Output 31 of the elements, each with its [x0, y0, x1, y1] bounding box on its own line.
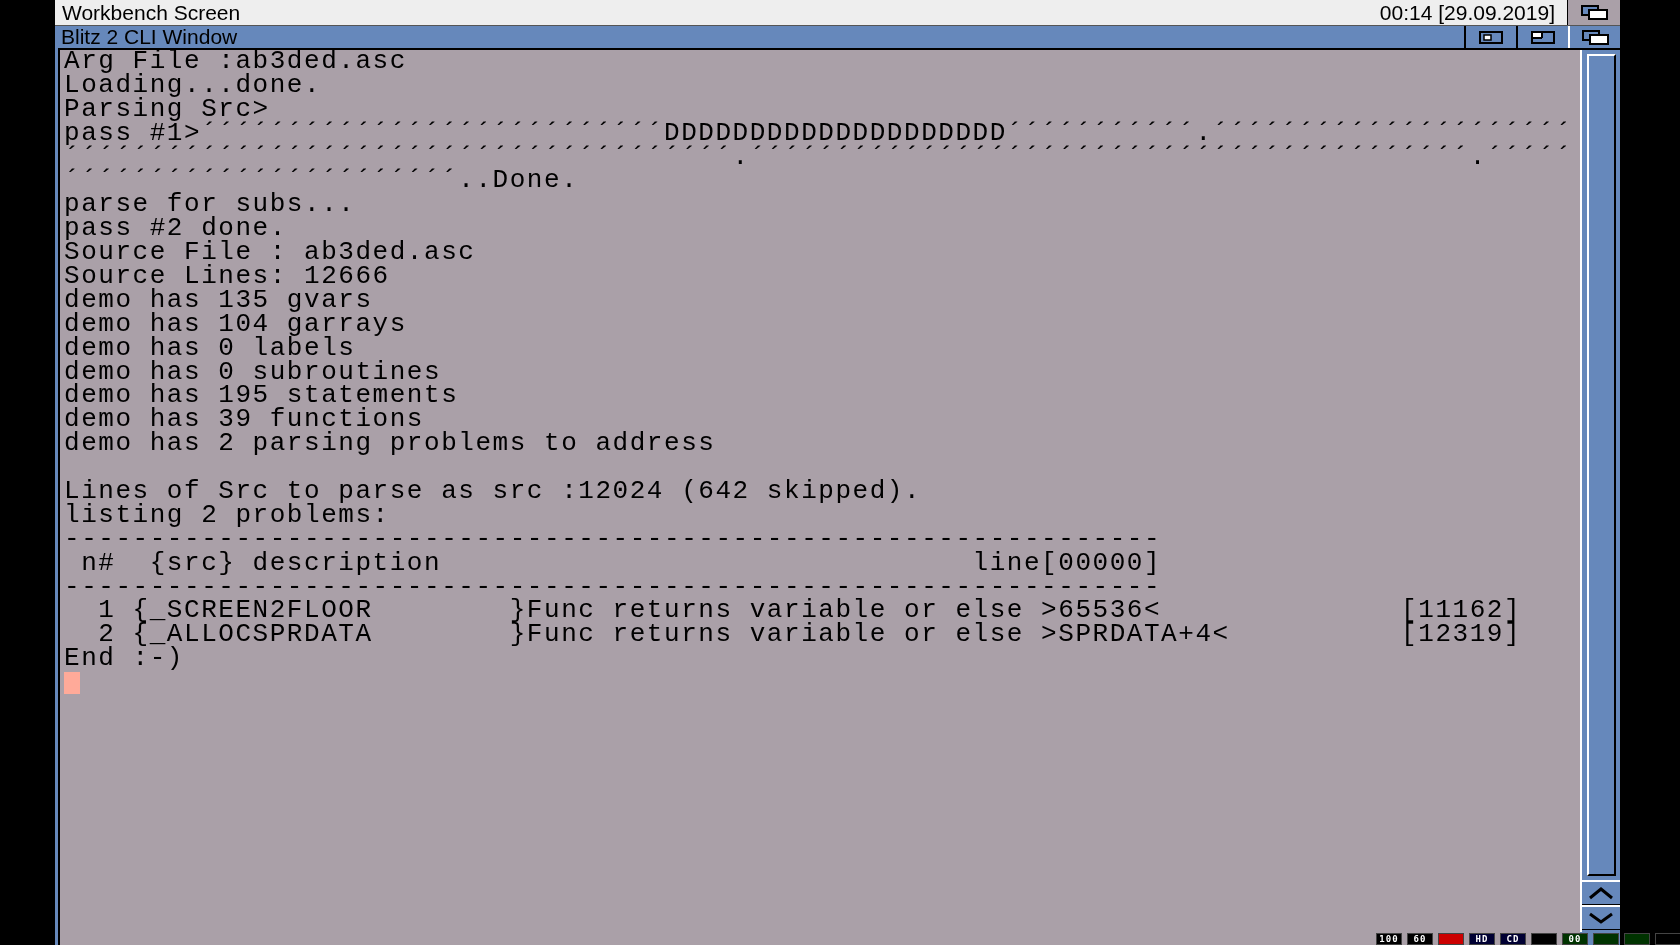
console-line: Lines of Src to parse as src :12024 (642 skipped). — [64, 480, 923, 504]
console-line: ---------------------------------------------------------------- — [64, 527, 1163, 552]
console-line: n# {src} description line[00000] — [80, 551, 1163, 576]
console-line: Source File : ab3ded.asc — [64, 241, 477, 265]
status-light: CD — [1500, 933, 1526, 945]
console-line: demo has 2 parsing problems to address — [64, 432, 717, 457]
iconify-icon[interactable] — [1476, 28, 1506, 46]
zoom-icon[interactable] — [1528, 28, 1558, 46]
status-light: 00 — [1562, 933, 1588, 945]
status-light: 60 — [1407, 933, 1433, 945]
console-line: End :-) — [64, 647, 184, 672]
status-light: 100 — [1376, 933, 1402, 945]
clock: 00:14 [29.09.2019] — [1379, 0, 1556, 25]
console-line: demo has 135 gvars — [64, 288, 374, 313]
scroll-up-button[interactable] — [1582, 880, 1620, 905]
console-line: Arg File :ab3ded.asc — [64, 50, 408, 74]
window-title: Blitz 2 CLI Window — [60, 25, 239, 49]
depth-icon[interactable] — [1579, 4, 1609, 21]
console-line: pass #1>´´´´´´´´´´´´´´´´´´´´´´´´´´´DDDDDDDDDDDDDDDDDDDD´´´´´´´´´´´.´´´´´´´´´´´´´´´´´´´´´ — [64, 121, 1574, 146]
console-line: demo has 0 labels — [64, 336, 356, 361]
status-light: HD — [1469, 933, 1495, 945]
depth-icon[interactable] — [1580, 28, 1610, 46]
console-line: listing 2 problems: — [64, 503, 390, 528]
console-line: Parsing Src> — [64, 97, 270, 122]
scroll-down-button[interactable] — [1582, 905, 1620, 930]
console-line: Loading...done. — [64, 73, 323, 98]
text-cursor — [64, 672, 80, 695]
console-line: demo has 104 garrays — [64, 312, 408, 337]
depth-gadget[interactable] — [1567, 0, 1620, 25]
console-line: Source Lines: 12666 — [64, 265, 391, 289]
screen-title: Workbench Screen — [61, 0, 242, 25]
